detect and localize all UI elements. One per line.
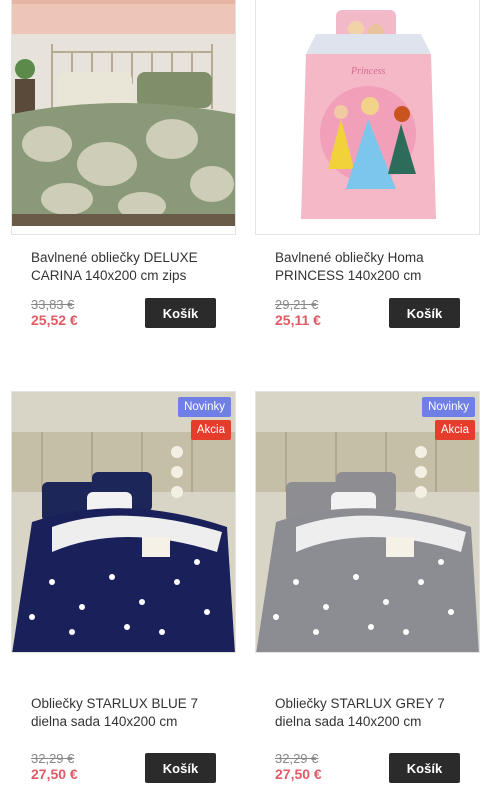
current-price: 25,52 € <box>31 312 78 328</box>
old-price: 32,29 € <box>31 751 75 766</box>
current-price: 27,50 € <box>275 766 322 782</box>
product-image[interactable]: Princess <box>256 0 479 226</box>
product-image-frame[interactable]: Novinky Akcia <box>255 391 480 653</box>
product-title[interactable]: Bavlnené obliečky DELUXE CARINA 140x200 … <box>31 249 231 285</box>
current-price: 25,11 € <box>275 312 321 328</box>
product-image-frame[interactable]: Princess <box>255 0 480 235</box>
add-to-cart-button[interactable]: Košík <box>389 753 460 783</box>
old-price: 33,83 € <box>31 297 75 312</box>
old-price: 29,21 € <box>275 297 319 312</box>
svg-text:Princess: Princess <box>350 66 386 77</box>
new-badge: Novinky <box>422 397 475 417</box>
current-price: 27,50 € <box>31 766 78 782</box>
add-to-cart-button[interactable]: Košík <box>145 298 216 328</box>
product-title[interactable]: Obliečky STARLUX GREY 7 dielna sada 140x… <box>275 695 475 731</box>
old-price: 32,29 € <box>275 751 319 766</box>
add-to-cart-button[interactable]: Košík <box>145 753 216 783</box>
product-image-frame[interactable]: Novinky Akcia <box>11 391 236 653</box>
new-badge: Novinky <box>178 397 231 417</box>
sale-badge: Akcia <box>190 420 231 440</box>
product-image-frame[interactable] <box>11 0 236 235</box>
product-image[interactable] <box>12 0 235 226</box>
product-title[interactable]: Obliečky STARLUX BLUE 7 dielna sada 140x… <box>31 695 231 731</box>
sale-badge: Akcia <box>434 420 475 440</box>
product-title[interactable]: Bavlnené obliečky Homa PRINCESS 140x200 … <box>275 249 475 285</box>
add-to-cart-button[interactable]: Košík <box>389 298 460 328</box>
